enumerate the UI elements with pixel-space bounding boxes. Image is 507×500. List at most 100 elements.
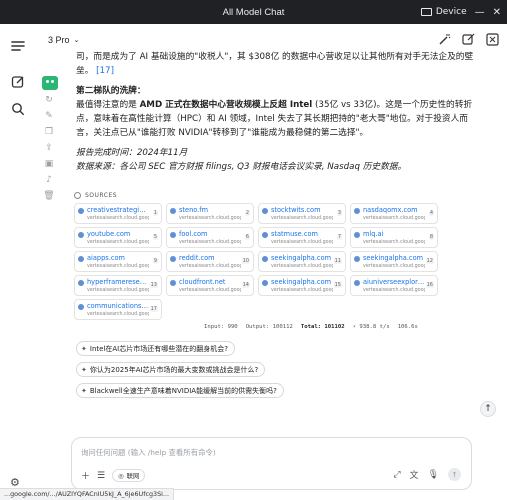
- source-card[interactable]: seekingalpha.com vertexaisearch.cloud.goo…: [350, 251, 438, 272]
- search-icon[interactable]: [10, 101, 26, 117]
- source-url: vertexaisearch.cloud.google.com: [179, 288, 241, 293]
- source-number: 5: [152, 234, 158, 240]
- source-card[interactable]: nasdaqomx.com vertexaisearch.cloud.google…: [350, 203, 438, 224]
- speed-stat: ⚡ 938.8 t/s: [352, 324, 390, 330]
- canvas-icon[interactable]: [485, 32, 499, 46]
- web-search-toggle[interactable]: ◎ 联网: [112, 469, 146, 482]
- source-url: vertexaisearch.cloud.google.com: [87, 264, 149, 269]
- message-composer[interactable]: 询问任何问题 (输入 /help 查看所有命令) ＋ ☰ ◎ 联网 ⤢ 文 🎙 …: [71, 437, 472, 490]
- source-name: seekingalpha.com: [363, 254, 424, 262]
- source-name: seekingalpha.com: [271, 254, 332, 262]
- source-number: 4: [428, 210, 434, 216]
- suggestion-chip[interactable]: ✦ Blackwell全速生产意味着NVIDIA能缓解当前的供需失衡吗?: [76, 383, 284, 398]
- speaker-icon[interactable]: ♪: [42, 175, 56, 186]
- source-name: cloudfront.net: [179, 278, 226, 286]
- send-button[interactable]: ↑: [448, 468, 461, 481]
- edit-message-icon[interactable]: ✎: [42, 111, 56, 122]
- scroll-to-bottom-button[interactable]: ↑: [480, 401, 496, 417]
- source-card[interactable]: stocktwits.com vertexaisearch.cloud.googl…: [258, 203, 346, 224]
- source-card[interactable]: steno.fm vertexaisearch.cloud.google.com2: [166, 203, 254, 224]
- body-numbers: (35亿 vs 33亿): [315, 100, 377, 110]
- source-card[interactable]: fool.com vertexaisearch.cloud.google.com6: [166, 227, 254, 248]
- model-selector[interactable]: 3 Pro ⌄: [48, 35, 79, 45]
- body-bold: AMD 正式在数据中心营收规模上反超 Intel: [139, 100, 313, 110]
- export-icon[interactable]: ⇪: [42, 143, 56, 154]
- device-button[interactable]: Device: [420, 7, 467, 17]
- source-number: 16: [425, 282, 434, 288]
- image-icon[interactable]: ▣: [42, 159, 56, 170]
- assistant-message: 司，而是成为了 AI 基础设施的"收税人"，其 $308亿 的数据中心营收足以让…: [76, 50, 476, 178]
- suggestion-chip[interactable]: ✦ 你认为2025年AI芯片市场的最大变数或挑战会是什么?: [76, 362, 266, 377]
- tools-icon[interactable]: ☰: [97, 471, 105, 481]
- source-number: 14: [241, 282, 250, 288]
- delete-icon[interactable]: 🗑: [42, 191, 56, 202]
- source-card[interactable]: creativestrategies.com vertexaisearch.clo…: [74, 203, 162, 224]
- source-name: reddit.com: [179, 254, 215, 262]
- source-card[interactable]: seekingalpha.com vertexaisearch.cloud.goo…: [258, 275, 346, 296]
- source-card[interactable]: statmuse.com vertexaisearch.cloud.google.…: [258, 227, 346, 248]
- source-card[interactable]: aiapps.com vertexaisearch.cloud.google.co…: [74, 251, 162, 272]
- new-chat-icon[interactable]: [10, 74, 26, 90]
- input-tokens: Input: 990: [204, 324, 238, 330]
- globe-icon: [74, 192, 81, 199]
- source-card[interactable]: mlq.ai vertexaisearch.cloud.google.com8: [350, 227, 438, 248]
- source-number: 1: [152, 210, 158, 216]
- favicon-icon: [262, 232, 268, 238]
- add-attachment-icon[interactable]: ＋: [81, 469, 90, 482]
- source-url: vertexaisearch.cloud.google.com: [271, 216, 333, 221]
- source-url: vertexaisearch.cloud.google.com: [87, 312, 149, 317]
- favicon-icon: [170, 232, 176, 238]
- sources-panel: SOURCES creativestrategies.com vertexaise…: [74, 192, 474, 320]
- source-number: 2: [244, 210, 250, 216]
- favicon-icon: [170, 208, 176, 214]
- body-pre: 最值得注意的是: [76, 100, 140, 110]
- source-url: vertexaisearch.cloud.google.com: [179, 264, 241, 269]
- magic-wand-icon[interactable]: [437, 32, 451, 46]
- favicon-icon: [78, 304, 84, 310]
- source-card[interactable]: cloudfront.net vertexaisearch.cloud.googl…: [166, 275, 254, 296]
- favicon-icon: [262, 280, 268, 286]
- source-number: 7: [336, 234, 342, 240]
- citation-link[interactable]: [17]: [96, 66, 114, 76]
- source-url: vertexaisearch.cloud.google.com: [363, 216, 425, 221]
- source-number: 9: [152, 258, 158, 264]
- window-title: All Model Chat: [222, 6, 285, 18]
- source-name: fool.com: [179, 230, 208, 238]
- status-url: ...google.com/.../AUZIYQFACnlU5kJ_A_6je6…: [0, 488, 175, 500]
- menu-icon[interactable]: [10, 38, 26, 54]
- close-button[interactable]: ✕: [493, 7, 501, 18]
- retry-icon[interactable]: ↻: [42, 95, 56, 106]
- copy-icon[interactable]: ❐: [42, 127, 56, 138]
- suggestion-chip[interactable]: ✦ Intel在AI芯片市场还有哪些潜在的翻身机会?: [76, 341, 235, 356]
- source-number: 13: [149, 282, 158, 288]
- source-url: vertexaisearch.cloud.google.com: [179, 216, 241, 221]
- minimize-button[interactable]: —: [475, 7, 485, 18]
- favicon-icon: [354, 208, 360, 214]
- translate-icon[interactable]: 文: [410, 468, 419, 481]
- source-number: 12: [425, 258, 434, 264]
- source-card[interactable]: youtube.com vertexaisearch.cloud.google.c…: [74, 227, 162, 248]
- left-rail: [0, 24, 36, 500]
- source-card[interactable]: hyperframeresearch.com vertexaisearch.clo…: [74, 275, 162, 296]
- favicon-icon: [170, 280, 176, 286]
- source-card[interactable]: aiuniverseexplorer.com vertexaisearch.clo…: [350, 275, 438, 296]
- favicon-icon: [354, 280, 360, 286]
- source-card[interactable]: reddit.com vertexaisearch.cloud.google.co…: [166, 251, 254, 272]
- message-input[interactable]: 询问任何问题 (输入 /help 查看所有命令): [81, 447, 216, 458]
- source-name: youtube.com: [87, 230, 131, 238]
- source-url: vertexaisearch.cloud.google.com: [87, 216, 149, 221]
- time-stat: 106.6s: [397, 324, 418, 330]
- microphone-icon[interactable]: 🎙: [428, 470, 439, 480]
- report-time: 报告完成时间：2024年11月: [76, 148, 188, 158]
- edit-icon[interactable]: [461, 32, 475, 46]
- sparkle-icon: ✦: [81, 365, 87, 374]
- source-card[interactable]: seekingalpha.com vertexaisearch.cloud.goo…: [258, 251, 346, 272]
- expand-icon[interactable]: ⤢: [393, 470, 400, 480]
- device-label: Device: [435, 7, 467, 17]
- chevron-down-icon: ⌄: [73, 37, 80, 44]
- source-card[interactable]: communicationstoday.co.in vertexaisearch.…: [74, 299, 162, 320]
- source-name: creativestrategies.com: [87, 206, 149, 214]
- source-name: statmuse.com: [271, 230, 318, 238]
- source-name: hyperframeresearch.com: [87, 278, 149, 286]
- source-url: vertexaisearch.cloud.google.com: [363, 240, 425, 245]
